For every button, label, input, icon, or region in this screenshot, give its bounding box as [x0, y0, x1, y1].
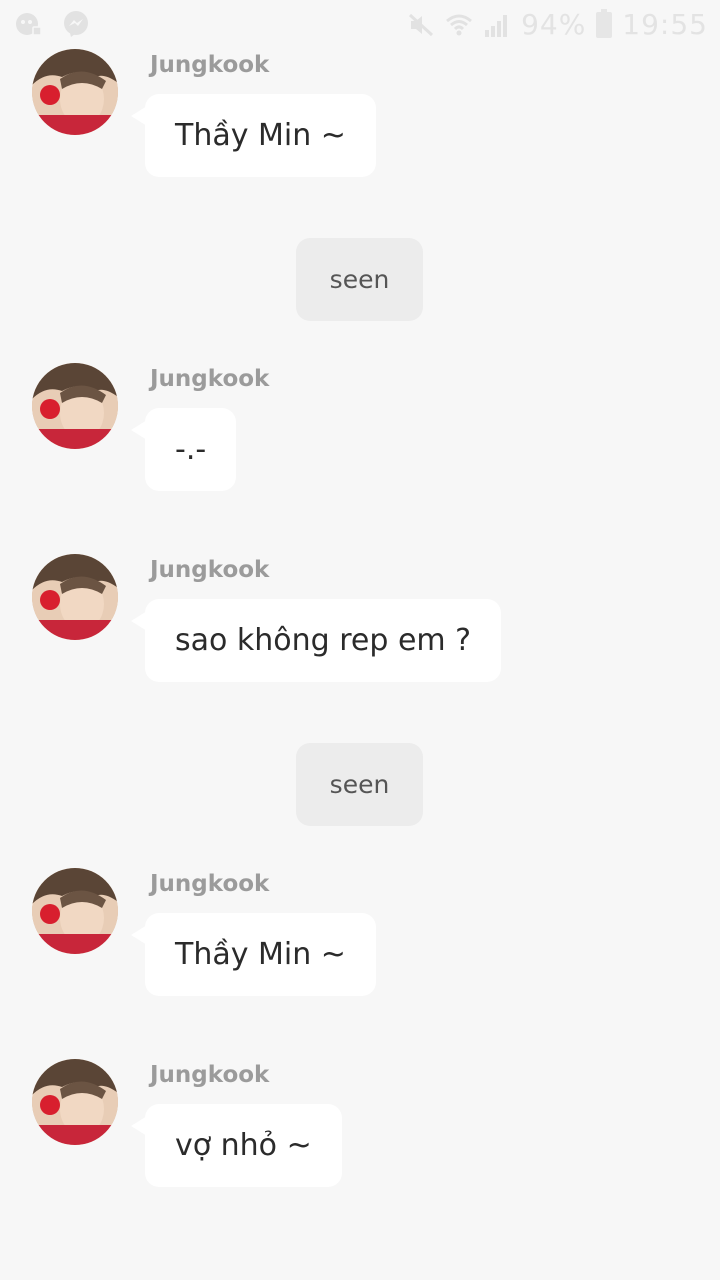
- clock: 19:55: [622, 8, 708, 41]
- sender-name: Jungkook: [150, 871, 270, 897]
- avatar[interactable]: [32, 363, 118, 449]
- avatar-image: [32, 868, 118, 954]
- messenger-icon: [64, 11, 88, 37]
- sender-name: Jungkook: [150, 557, 270, 583]
- avatar-image: [32, 363, 118, 449]
- message-bubble[interactable]: vợ nhỏ ~: [131, 1104, 342, 1187]
- avatar[interactable]: [32, 554, 118, 640]
- status-bar: 94% 19:55: [0, 0, 720, 52]
- message-bubble[interactable]: Thầy Min ~: [131, 913, 376, 996]
- notification-app-icon: [16, 13, 42, 36]
- avatar-image: [32, 554, 118, 640]
- status-right: 94% 19:55: [407, 8, 708, 41]
- avatar[interactable]: [32, 1059, 118, 1145]
- seen-indicator: seen: [296, 743, 423, 826]
- avatar[interactable]: [32, 868, 118, 954]
- wifi-icon: [446, 14, 473, 35]
- sender-name: Jungkook: [150, 1062, 270, 1088]
- message-bubble[interactable]: sao không rep em ?: [130, 599, 502, 682]
- signal-icon: [485, 14, 508, 37]
- mute-icon: [409, 13, 434, 36]
- status-left: [14, 10, 90, 38]
- avatar-image: [32, 1059, 118, 1145]
- avatar[interactable]: [32, 49, 118, 135]
- battery-percent: 94%: [521, 8, 587, 41]
- sender-name: Jungkook: [150, 52, 270, 78]
- seen-indicator: seen: [296, 238, 423, 321]
- message-bubble[interactable]: Thầy Min ~: [131, 94, 376, 177]
- battery-icon: [596, 8, 613, 38]
- sender-name: Jungkook: [150, 366, 270, 392]
- message-bubble[interactable]: -.-: [130, 408, 237, 491]
- avatar-image: [32, 49, 118, 135]
